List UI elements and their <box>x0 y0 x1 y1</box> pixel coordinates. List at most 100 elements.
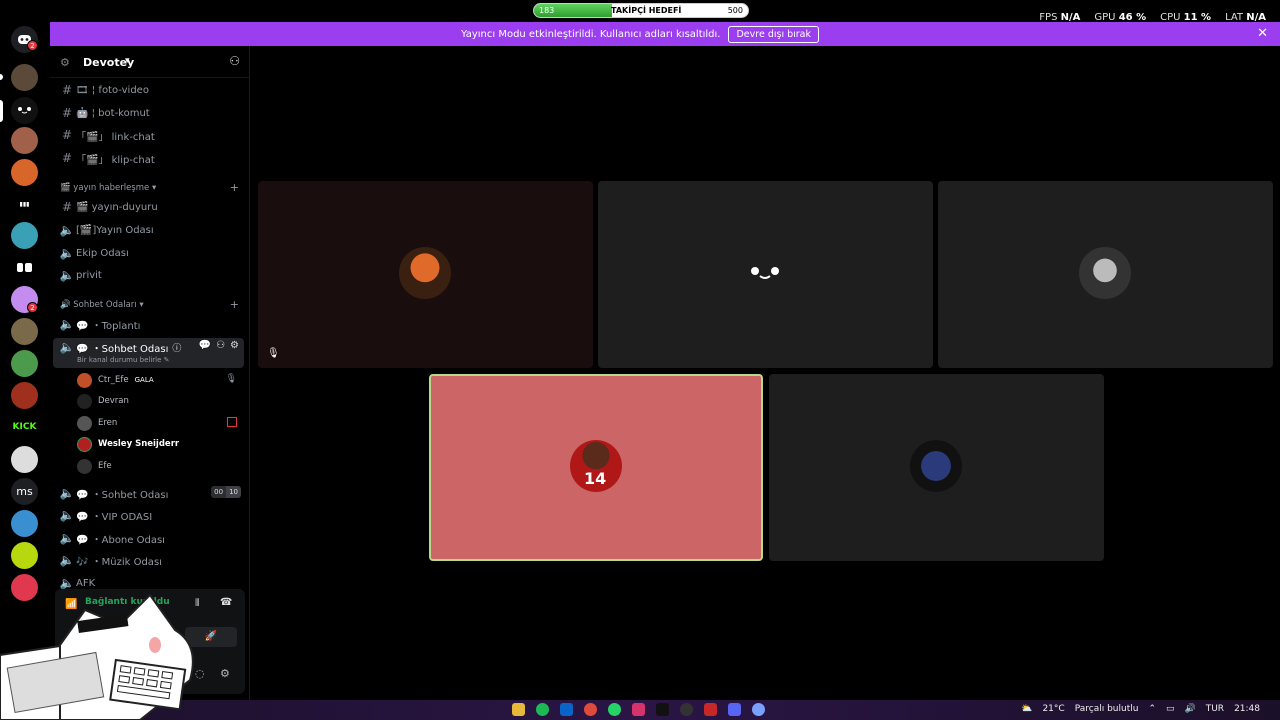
chrome-icon[interactable] <box>584 703 597 716</box>
channel-yayin-duyuru[interactable]: # 🎬 yayın-duyuru <box>58 197 244 217</box>
channel-muzik-odasi[interactable]: 🔈 🎶 ・Müzik Odası <box>58 550 244 570</box>
discord-icon[interactable] <box>728 703 741 716</box>
channel-vip-odasi[interactable]: 🔈 💬 ・VIP ODASI <box>58 505 244 525</box>
server-badge: 2 <box>27 302 38 313</box>
server-icon[interactable] <box>11 318 38 345</box>
speaker-icon: 🔈 <box>59 486 75 500</box>
avatar <box>77 372 92 388</box>
weather-icon[interactable]: ⛅ <box>1021 704 1032 714</box>
avatar <box>739 247 791 299</box>
instagram-icon[interactable] <box>632 703 645 716</box>
invite-icon[interactable]: ⚇ <box>216 340 225 351</box>
category-yayin-haberlesme[interactable]: 🎬 yayın haberleşme ▾ <box>60 183 156 193</box>
selected-pip <box>0 100 3 122</box>
category-sohbet-odalari[interactable]: 🔊 Sohbet Odaları ▾ <box>60 300 144 310</box>
server-icon[interactable] <box>11 159 38 186</box>
language-indicator[interactable]: TUR <box>1206 704 1224 714</box>
server-icon[interactable] <box>11 446 38 473</box>
user-limit-badge: 00 10 <box>211 486 241 498</box>
chevron-up-icon[interactable]: ⌃ <box>1148 704 1156 714</box>
server-icon[interactable] <box>11 222 38 249</box>
stat-cpu: CPU 11 % <box>1160 12 1212 23</box>
chat-icon[interactable]: 💬 <box>199 340 211 351</box>
streamer-mode-banner: Yayıncı Modu etkinleştirildi. Kullanıcı … <box>0 22 1280 46</box>
disable-streamer-mode-button[interactable]: Devre dışı bırak <box>728 25 820 43</box>
channel-yayin-odasi[interactable]: 🔈 [🎬]Yayın Odası <box>58 220 244 240</box>
channel-foto-video[interactable]: # 🎞 ¦ foto-video <box>58 80 244 100</box>
server-devotey-icon[interactable] <box>11 97 38 124</box>
unread-pip <box>0 74 3 80</box>
video-tile-wesley-sneijderr-speaking[interactable]: 14 <box>429 374 763 561</box>
voice-user[interactable]: Devran <box>77 392 129 410</box>
speaker-icon: 🔈 <box>59 223 75 237</box>
voice-user[interactable]: Eren <box>77 414 117 432</box>
outlook-icon[interactable] <box>560 703 573 716</box>
home-badge: 2 <box>27 40 38 51</box>
stat-lat: LAT N/A <box>1225 12 1266 23</box>
cat-mascot-overlay <box>0 593 194 720</box>
channel-link-chat[interactable]: # 「🎬」 link-chat <box>58 125 244 145</box>
voice-user[interactable]: Ctr_Efe GALA <box>77 371 154 389</box>
server-icon[interactable] <box>11 64 38 91</box>
network-icon[interactable]: ▭ <box>1166 704 1175 714</box>
add-channel-icon[interactable]: + <box>230 181 239 194</box>
volume-icon[interactable]: 🔊 <box>1185 704 1196 714</box>
gear-icon: ⚙ <box>60 56 70 69</box>
hash-icon: # <box>61 83 73 97</box>
speaker-icon: 🔈 <box>59 576 75 590</box>
video-tile-devran[interactable] <box>598 181 933 368</box>
steam-icon[interactable] <box>680 703 693 716</box>
server-header[interactable]: ⚙ Devotey ▾ ⚇ <box>50 46 250 78</box>
tiktok-icon[interactable] <box>656 703 669 716</box>
channel-status-prompt[interactable]: Bir kanal durumu belirle ✎ <box>77 356 170 364</box>
add-channel-icon[interactable]: + <box>230 298 239 311</box>
voice-user-speaking[interactable]: Wesley Sneijderr <box>77 435 179 453</box>
server-icon[interactable]: ▮▮▮ <box>11 191 38 218</box>
invite-icon[interactable]: ⚇ <box>229 54 240 68</box>
weather-text[interactable]: Parçalı bulutlu <box>1075 704 1139 714</box>
speaker-icon: 🔈 <box>59 508 75 522</box>
channel-privit[interactable]: 🔈 privit <box>58 265 244 285</box>
video-tile-efe[interactable] <box>769 374 1104 561</box>
avatar <box>399 247 451 299</box>
whatsapp-icon[interactable] <box>608 703 621 716</box>
mic-muted-icon: 🎙 <box>225 374 237 384</box>
svg-text:14: 14 <box>584 469 606 488</box>
gear-icon[interactable]: ⚙ <box>230 340 239 351</box>
app-icon[interactable] <box>752 703 765 716</box>
spotify-icon[interactable] <box>536 703 549 716</box>
server-icon[interactable] <box>11 510 38 537</box>
channel-abone-odasi[interactable]: 🔈 💬 ・Abone Odası <box>58 528 244 548</box>
avatar <box>1079 247 1131 299</box>
close-icon[interactable]: ✕ <box>1257 26 1268 41</box>
weather-temp[interactable]: 21°C <box>1042 704 1064 714</box>
server-ms-icon[interactable]: ms <box>11 478 38 505</box>
channel-bot-komut[interactable]: # 🤖 ¦ bot-komut <box>58 103 244 123</box>
server-icon[interactable] <box>11 127 38 154</box>
server-icon[interactable] <box>11 254 38 281</box>
system-tray: ⛅ 21°C Parçalı bulutlu ⌃ ▭ 🔊 TUR 21:48 <box>1021 704 1260 714</box>
channel-toplanti[interactable]: 🔈 💬 ・Toplantı <box>58 314 244 334</box>
avatar: 14 <box>570 440 622 492</box>
avatar <box>77 458 92 474</box>
server-icon[interactable] <box>11 350 38 377</box>
channel-ekip-odasi[interactable]: 🔈 Ekip Odası <box>58 243 244 263</box>
stat-fps: FPS N/A <box>1039 12 1081 23</box>
avatar <box>910 440 962 492</box>
taskbar-apps <box>512 703 765 716</box>
user-tag: GALA <box>134 376 154 384</box>
video-tile-eren[interactable] <box>938 181 1273 368</box>
app-icon[interactable] <box>704 703 717 716</box>
voice-user[interactable]: Efe <box>77 457 112 475</box>
hash-icon: # <box>61 128 73 142</box>
video-tile-ctr-efe[interactable]: 🎙 <box>258 181 593 368</box>
speaker-icon: 🔈 <box>59 531 75 545</box>
banner-message: Yayıncı Modu etkinleştirildi. Kullanıcı … <box>460 28 721 40</box>
channel-klip-chat[interactable]: # 「🎬」 klip-chat <box>58 148 244 168</box>
app: 183 TAKİPÇİ HEDEFİ 500 FPS N/A GPU 46 % … <box>0 0 1280 720</box>
server-icon[interactable] <box>11 382 38 409</box>
server-kick-icon[interactable]: KICK <box>11 414 38 441</box>
clock[interactable]: 21:48 <box>1234 704 1260 714</box>
server-icon[interactable] <box>11 542 38 569</box>
file-explorer-icon[interactable] <box>512 703 525 716</box>
